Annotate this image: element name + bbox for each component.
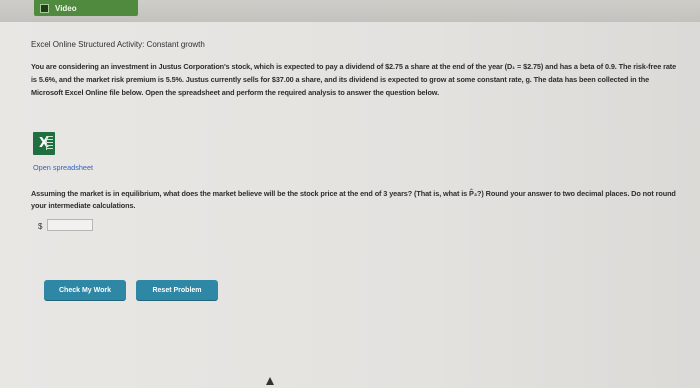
currency-symbol: $	[38, 222, 43, 231]
video-tab-label: Video	[55, 3, 77, 13]
reset-problem-button[interactable]: Reset Problem	[136, 280, 218, 300]
top-bar: Video	[0, 0, 700, 22]
video-tab[interactable]: Video	[34, 0, 138, 16]
video-icon	[40, 3, 49, 13]
check-my-work-button[interactable]: Check My Work	[44, 280, 126, 300]
excel-grid-glyph	[46, 136, 53, 150]
activity-description: You are considering an investment in Jus…	[31, 62, 677, 97]
open-spreadsheet-link[interactable]: Open spreadsheet	[33, 163, 93, 172]
mouse-cursor-icon	[266, 377, 274, 385]
question-text: Assuming the market is in equilibrium, w…	[31, 189, 676, 210]
answer-input[interactable]	[47, 219, 93, 231]
activity-panel: Excel Online Structured Activity: Consta…	[0, 22, 700, 388]
excel-icon[interactable]: X	[33, 132, 55, 155]
activity-title: Excel Online Structured Activity: Consta…	[31, 40, 205, 49]
